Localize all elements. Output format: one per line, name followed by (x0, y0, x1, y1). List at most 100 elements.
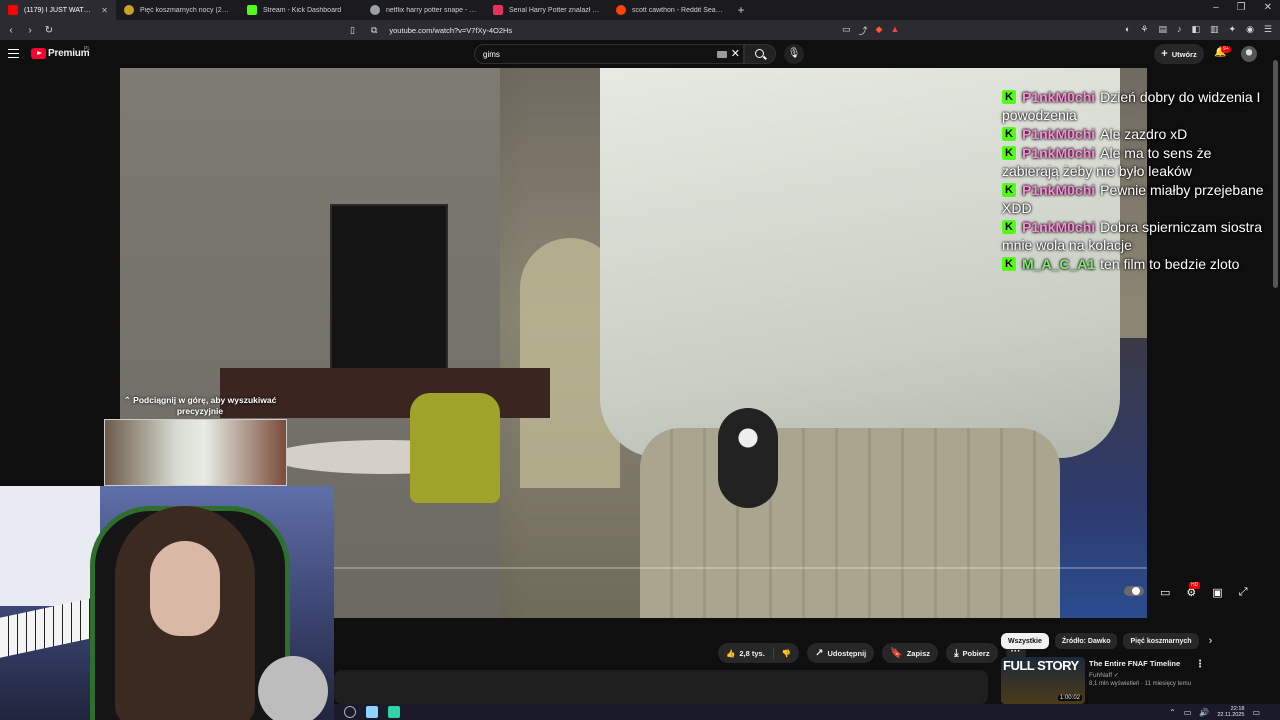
kick-icon (1002, 255, 1016, 273)
browser-tab[interactable]: netflix harry potter snape - Szukaj w (362, 0, 485, 20)
tab-title: Serial Harry Potter znalazł nowego S (509, 6, 600, 14)
video-frame-pants (640, 428, 1060, 618)
browser-tab[interactable]: Serial Harry Potter znalazł nowego S (485, 0, 608, 20)
address-bar[interactable]: ▯ ⧉ youtube.com/watch?v=V7fXy-4O2Hs (346, 22, 910, 38)
browser-tab[interactable]: Pięć koszmarnych nocy (2023) - Film (116, 0, 239, 20)
tab-title: Stream - Kick Dashboard (263, 6, 342, 14)
notification-center-icon[interactable]: ▭ (1252, 708, 1260, 717)
screenshot-icon[interactable]: ▭ (842, 24, 851, 37)
share-button[interactable]: ↗ Udostępnij (807, 643, 875, 663)
share-page-icon[interactable]: ⤴ (859, 24, 868, 37)
system-clock[interactable]: 22:18 22.11.2025 (1217, 706, 1244, 718)
chat-username: P1nkM0chi (1022, 145, 1096, 161)
related-filter-chips: Wszystkie Źródło: Dawko Pięć koszmarnych… (1001, 633, 1212, 649)
close-tab-icon[interactable]: ✕ (101, 6, 108, 15)
back-icon[interactable]: ‹ (3, 25, 19, 36)
page-scrollbar-thumb[interactable] (1273, 60, 1278, 288)
browser-tab-strip: (1179) I JUST WATCHED THE FNAF ✕ Pięć ko… (0, 0, 1280, 20)
system-tray: ⌃ ▭ 🔊 22:18 22.11.2025 ▭ (1169, 706, 1260, 718)
browser-tab[interactable]: (1179) I JUST WATCHED THE FNAF ✕ (0, 0, 116, 20)
extension-icon[interactable]: ♪ (1177, 24, 1182, 35)
chevron-right-icon[interactable]: › (1209, 635, 1213, 647)
hamburger-menu-icon[interactable] (8, 49, 19, 58)
minimize-icon[interactable]: – (1213, 2, 1219, 13)
more-options-icon[interactable]: ⋮ (1195, 659, 1205, 670)
site-info-icon[interactable]: ⧉ (371, 25, 377, 36)
chat-username: P1nkM0chi (1022, 219, 1096, 235)
related-video-channel[interactable]: FuhNaff ✓ (1089, 671, 1119, 679)
microphone-icon: 🎙 (787, 48, 801, 59)
download-button[interactable]: ⤓ Pobierz (946, 643, 998, 663)
chat-username: M_A_C_A1 (1022, 256, 1096, 272)
volume-icon[interactable]: 🔊 (1199, 708, 1209, 717)
extension-icon[interactable]: ◐ (1125, 24, 1130, 35)
kick-icon (1002, 125, 1016, 143)
chat-username: P1nkM0chi (1022, 182, 1096, 198)
wallet-icon[interactable]: ◉ (1246, 24, 1254, 35)
extension-icon[interactable]: ✦ (1229, 24, 1237, 35)
reload-icon[interactable]: ↻ (41, 25, 57, 36)
create-label: Utwórz (1171, 49, 1197, 59)
menu-icon[interactable]: ☰ (1264, 24, 1272, 35)
create-button[interactable]: + Utwórz (1154, 44, 1204, 64)
clear-search-icon[interactable]: ✕ (731, 47, 740, 60)
rewards-icon[interactable]: ▲ (890, 24, 899, 37)
related-video-thumbnail[interactable]: FULL STORY 1:00:02 (1001, 657, 1085, 704)
autoplay-toggle[interactable] (1124, 586, 1144, 596)
taskbar-app-icon[interactable] (344, 706, 356, 718)
browser-tab[interactable]: Stream - Kick Dashboard (239, 0, 362, 20)
tray-overflow-icon[interactable]: ⌃ (1169, 708, 1176, 717)
chat-text: ten film to bedzie zloto (1100, 256, 1240, 272)
chip-topic[interactable]: Pięć koszmarnych (1123, 633, 1199, 649)
video-frame-chair (410, 393, 500, 503)
region-label: PL (84, 46, 91, 52)
extension-icon[interactable]: ⚘ (1140, 24, 1148, 35)
new-tab-button[interactable]: + (731, 3, 751, 17)
chat-message: P1nkM0chiPewnie miałby przejebane XDD (1002, 181, 1272, 217)
search-icon (755, 49, 764, 58)
voice-search-button[interactable]: 🎙 (784, 44, 804, 64)
url-text: youtube.com/watch?v=V7fXy-4O2Hs (389, 25, 513, 35)
chip-all[interactable]: Wszystkie (1001, 633, 1049, 649)
theater-mode-icon[interactable]: ▣ (1212, 586, 1222, 599)
sidebar-icon[interactable]: ◧ (1191, 24, 1200, 35)
kick-icon (1002, 88, 1016, 106)
progress-bar[interactable] (334, 567, 1147, 569)
os-taskbar: ⌃ ▭ 🔊 22:18 22.11.2025 ▭ (334, 704, 1280, 720)
favicon-icon (124, 5, 134, 15)
close-window-icon[interactable]: ✕ (1264, 2, 1272, 13)
youtube-logo-icon[interactable] (31, 48, 46, 59)
like-button[interactable]: 👍 2,8 tys. (718, 643, 773, 663)
browser-tab[interactable]: scott cawthon - Reddit Search! (608, 0, 731, 20)
account-avatar[interactable] (1241, 46, 1257, 62)
extension-icon[interactable]: ▥ (1210, 24, 1219, 35)
search-input[interactable]: gims ✕ (474, 44, 744, 64)
chip-source[interactable]: Źródło: Dawko (1054, 633, 1118, 649)
save-button[interactable]: 🔖 Zapisz (882, 643, 939, 663)
maximize-icon[interactable]: ❐ (1237, 2, 1246, 13)
taskbar-app-icon[interactable] (366, 706, 378, 718)
bookmark-icon: 🔖 (890, 647, 903, 659)
tab-title: Pięć koszmarnych nocy (2023) - Film (140, 6, 231, 14)
fullscreen-icon[interactable]: ⤢ (1239, 586, 1248, 599)
extension-icon[interactable]: ▤ (1158, 24, 1167, 35)
thumbnail-text: FULL STORY (1003, 658, 1079, 673)
brave-shield-icon[interactable]: ◆ (876, 24, 883, 37)
subtitles-icon[interactable]: ▭ (1160, 586, 1170, 599)
kick-icon (1002, 181, 1016, 199)
network-icon[interactable]: ▭ (1184, 708, 1192, 717)
description-box[interactable] (334, 670, 988, 704)
keyboard-icon[interactable] (717, 51, 727, 58)
clock-date: 22.11.2025 (1217, 712, 1245, 718)
seek-precision-hint: ⌃ Podciągnij w górę, aby wyszukiwać prec… (123, 395, 277, 416)
address-bar-actions: ▭ ⤴ ◆ ▲ (842, 24, 899, 37)
save-label: Zapisz (906, 648, 931, 658)
forward-icon[interactable]: › (22, 25, 38, 36)
bookmark-icon[interactable]: ▯ (350, 25, 355, 36)
taskbar-app-icon[interactable] (388, 706, 400, 718)
search-button[interactable] (744, 44, 776, 64)
related-video-title[interactable]: The Entire FNAF Timeline (1089, 659, 1180, 668)
dislike-button[interactable]: 👎 (774, 643, 799, 663)
tab-title: (1179) I JUST WATCHED THE FNAF (24, 6, 95, 14)
youtube-favicon-icon (8, 5, 18, 15)
